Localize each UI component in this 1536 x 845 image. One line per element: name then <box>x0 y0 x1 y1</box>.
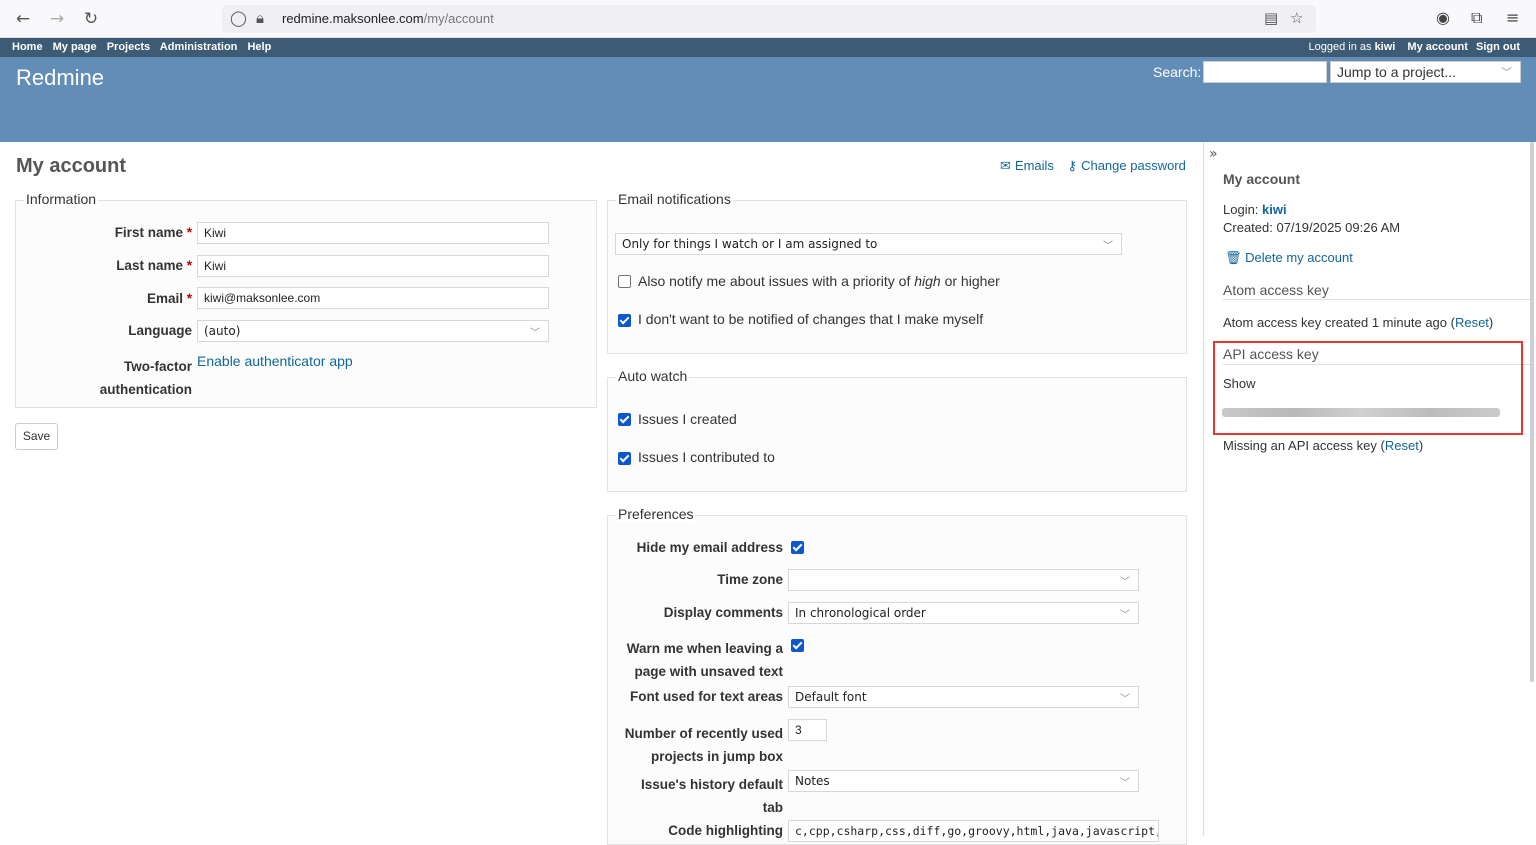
top-menu-administration[interactable]: Administration <box>160 41 238 53</box>
no-self-notified-checkbox[interactable] <box>618 314 631 327</box>
sidebar-toggle-icon[interactable]: » <box>1209 146 1218 162</box>
contextual-links: ✉ Emails ⚷ Change password <box>1000 158 1190 174</box>
top-menu: Home My page Projects Administration Hel… <box>0 38 1536 57</box>
last-name-input[interactable]: Kiwi <box>197 255 549 277</box>
email-notifications-legend: Email notifications <box>616 191 733 207</box>
address-bar[interactable]: ◯ 🔒︎ redmine.maksonlee.com/my/account ▤ … <box>222 5 1316 33</box>
chevron-down-icon: ﹀ <box>1120 577 1130 588</box>
enable-authenticator-link[interactable]: Enable authenticator app <box>197 353 353 369</box>
language-label: Language <box>128 323 192 338</box>
logged-in-user[interactable]: kiwi <box>1375 41 1396 53</box>
bookmark-star-icon[interactable]: ☆ <box>1290 9 1303 27</box>
notify-priority-text: Also notify me about issues with a prior… <box>638 273 1000 289</box>
atom-key-heading: Atom access key <box>1223 282 1329 298</box>
no-self-notified-text: I don't want to be notified of changes t… <box>638 311 984 327</box>
back-icon[interactable]: ← <box>12 8 34 30</box>
first-name-label: First name * <box>114 225 192 240</box>
key-icon: ⚷ <box>1067 158 1078 173</box>
change-password-link[interactable]: Change password <box>1081 158 1186 173</box>
chevron-down-icon: ﹀ <box>1120 610 1130 621</box>
shield-icon[interactable]: ◯ <box>230 9 247 27</box>
page-title: My account <box>16 155 127 177</box>
sidebar-login: Login: kiwi <box>1223 202 1287 217</box>
chevron-down-icon: ﹀ <box>1103 241 1113 252</box>
sidebar-created: Created: 07/19/2025 09:26 AM <box>1223 220 1401 235</box>
emails-link[interactable]: Emails <box>1015 158 1054 173</box>
chevron-down-icon: ﹀ <box>1501 67 1512 79</box>
top-menu-sign-out[interactable]: Sign out <box>1476 41 1520 53</box>
language-select[interactable]: (auto) ﹀ <box>197 320 549 342</box>
email-label: Email * <box>146 291 192 306</box>
scrollbar[interactable] <box>1530 142 1534 682</box>
search-input[interactable] <box>1203 61 1327 83</box>
recent-projects-label: Number of recently used projects in jump … <box>624 726 783 764</box>
divider <box>1223 299 1531 300</box>
delete-account: 🗑︎ Delete my account <box>1225 250 1353 266</box>
menu-icon[interactable]: ≡ <box>1506 8 1519 27</box>
logged-in-as: Logged in as kiwi <box>1308 41 1396 53</box>
lock-icon[interactable]: 🔒︎ <box>256 9 264 27</box>
warn-leaving-checkbox[interactable] <box>791 639 804 652</box>
first-name-input[interactable]: Kiwi <box>197 222 549 244</box>
account-icon[interactable]: ◉ <box>1436 8 1450 27</box>
sidebar-login-link[interactable]: kiwi <box>1262 202 1287 217</box>
display-comments-label: Display comments <box>663 605 783 620</box>
information-legend: Information <box>24 191 99 207</box>
issues-contributed-checkbox[interactable] <box>618 452 631 465</box>
display-comments-select[interactable]: In chronological order ﹀ <box>788 602 1139 624</box>
delete-account-link[interactable]: Delete my account <box>1245 250 1353 265</box>
auto-watch-legend: Auto watch <box>616 368 690 384</box>
time-zone-label: Time zone <box>717 572 783 587</box>
issues-created-text: Issues I created <box>638 411 737 427</box>
search-label: Search: <box>1153 64 1202 80</box>
code-highlighting-input[interactable]: c,cpp,csharp,css,diff,go,groovy,html,jav… <box>788 820 1159 842</box>
chevron-down-icon: ﹀ <box>530 328 540 339</box>
notify-priority-checkbox[interactable] <box>618 275 631 288</box>
reader-view-icon[interactable]: ▤ <box>1264 9 1278 27</box>
email-input[interactable]: kiwi@maksonlee.com <box>197 287 549 309</box>
app-title[interactable]: Redmine <box>16 65 104 91</box>
font-label: Font used for text areas <box>629 689 783 704</box>
top-menu-my-account[interactable]: My account <box>1407 41 1468 53</box>
history-tab-select[interactable]: Notes ﹀ <box>788 770 1139 792</box>
browser-toolbar: ← → ↻ ◯ 🔒︎ redmine.maksonlee.com/my/acco… <box>0 0 1536 38</box>
atom-key-text: Atom access key created 1 minute ago (Re… <box>1223 315 1494 330</box>
trash-icon: 🗑︎ <box>1225 250 1242 265</box>
auto-watch-fieldset: Auto watch <box>607 368 1187 492</box>
jump-to-project-select[interactable]: Jump to a project... ﹀ <box>1330 61 1521 83</box>
chevron-down-icon: ﹀ <box>1120 694 1130 705</box>
hide-email-label: Hide my email address <box>636 540 783 555</box>
envelope-icon: ✉ <box>1000 158 1011 173</box>
preferences-legend: Preferences <box>616 506 696 522</box>
atom-reset-link[interactable]: Reset <box>1455 315 1489 330</box>
top-menu-home[interactable]: Home <box>12 41 43 53</box>
sidebar-title: My account <box>1223 171 1301 187</box>
chevron-down-icon: ﹀ <box>1120 778 1130 789</box>
top-menu-my-page[interactable]: My page <box>53 41 97 53</box>
time-zone-select[interactable]: ﹀ <box>788 569 1139 591</box>
reload-icon[interactable]: ↻ <box>80 8 102 30</box>
sidebar: » My account Login: kiwi Created: 07/19/… <box>1203 142 1536 836</box>
api-reset-link[interactable]: Reset <box>1385 438 1419 453</box>
email-notification-select[interactable]: Only for things I watch or I am assigned… <box>615 233 1122 255</box>
forward-icon[interactable]: → <box>46 8 68 30</box>
extensions-icon[interactable]: ⧉ <box>1471 8 1482 28</box>
warn-leaving-label: Warn me when leaving a page with unsaved … <box>626 641 783 679</box>
history-tab-label: Issue's history default tab <box>640 777 783 815</box>
highlight-box <box>1213 341 1523 435</box>
font-select[interactable]: Default font ﹀ <box>788 686 1139 708</box>
save-button[interactable]: Save <box>15 423 58 450</box>
hide-email-checkbox[interactable] <box>791 541 804 554</box>
issues-contributed-text: Issues I contributed to <box>638 449 775 465</box>
url-text: redmine.maksonlee.com/my/account <box>282 11 494 26</box>
issues-created-checkbox[interactable] <box>618 413 631 426</box>
header: Redmine Search: Jump to a project... ﹀ <box>0 57 1536 142</box>
recent-projects-input[interactable]: 3 <box>788 719 827 741</box>
two-factor-label: Two-factor authentication <box>99 359 192 397</box>
jump-placeholder: Jump to a project... <box>1337 64 1457 80</box>
top-menu-help[interactable]: Help <box>247 41 271 53</box>
api-missing-text: Missing an API access key (Reset) <box>1223 438 1424 453</box>
top-menu-projects[interactable]: Projects <box>107 41 150 53</box>
last-name-label: Last name * <box>116 258 192 273</box>
